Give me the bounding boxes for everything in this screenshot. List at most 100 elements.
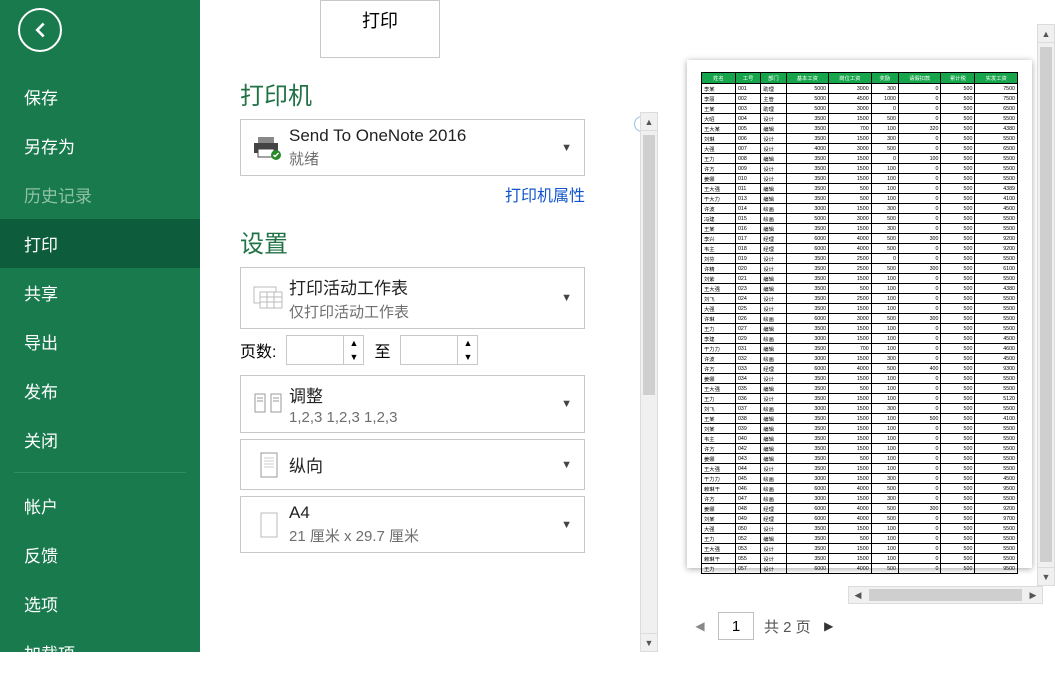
table-row: 赖琳干046绘画6000400050005009500 (702, 484, 1018, 494)
table-row: 李某001助理5000300030005007500 (702, 84, 1018, 94)
prev-page-button[interactable]: ◀ (692, 618, 708, 634)
spin-down-icon[interactable]: ▼ (344, 350, 363, 364)
preview-v-scrollbar[interactable]: ▲ ▼ (1037, 24, 1055, 586)
pages-from-spinbox[interactable]: ▲▼ (286, 335, 364, 365)
sidebar-item-print[interactable]: 打印 (0, 219, 200, 268)
preview-page: 姓名工号部门基本工资岗位工资奖励请假扣款累计税实发工资李某001助理500030… (687, 60, 1032, 568)
table-row: 干力力045绘画3000150030005004500 (702, 474, 1018, 484)
settings-scrollbar[interactable]: ▲ ▼ (640, 112, 658, 652)
sidebar-separator (14, 472, 186, 473)
sidebar-item-share[interactable]: 共享 (0, 268, 200, 317)
back-button[interactable] (18, 8, 62, 52)
sidebar-item-save-as[interactable]: 另存为 (0, 121, 200, 170)
table-row: 大昭004设计3500150050005005500 (702, 114, 1018, 124)
sidebar-item-account[interactable]: 帐户 (0, 481, 200, 530)
table-row: 王某003助理50003000005006500 (702, 104, 1018, 114)
sidebar-item-export[interactable]: 导出 (0, 317, 200, 366)
chevron-down-icon: ▼ (557, 292, 576, 304)
table-row: 刘琳006设计3500150030005005500 (702, 134, 1018, 144)
chevron-down-icon: ▾ (79, 649, 85, 663)
print-button[interactable]: 打印 (320, 0, 440, 58)
spin-up-icon[interactable]: ▲ (458, 336, 477, 350)
printer-dropdown[interactable]: Send To OneNote 2016 就绪 ▼ (240, 119, 585, 176)
scroll-left-icon[interactable]: ◀ (849, 587, 867, 603)
collate-dropdown[interactable]: 调整 1,2,3 1,2,3 1,2,3 ▼ (240, 375, 585, 433)
table-row: 王力008编辑3500150001005005500 (702, 154, 1018, 164)
table-row: 干力力031编辑350070010005004600 (702, 344, 1018, 354)
spin-down-icon[interactable]: ▼ (458, 350, 477, 364)
orientation-value: 纵向 (289, 446, 557, 483)
table-row: 王大强053设计3500150010005005500 (702, 544, 1018, 554)
paper-icon (249, 511, 289, 539)
paper-dropdown[interactable]: A4 21 厘米 x 29.7 厘米 ▼ (240, 496, 585, 553)
table-row: 王力052编辑350050010005005500 (702, 534, 1018, 544)
table-row: 许波032绘画3000150030005004500 (702, 354, 1018, 364)
table-row: 赖琳干055设计3500150010005005500 (702, 554, 1018, 564)
print-preview-column: 姓名工号部门基本工资岗位工资奖励请假扣款累计税实发工资李某001助理500030… (658, 0, 1055, 652)
pages-to-input[interactable] (401, 336, 457, 364)
table-row: 许波014绘画3000150030005004500 (702, 204, 1018, 214)
backstage-sidebar: 保存另存为历史记录打印共享导出发布关闭 帐户反馈选项加载项▾ (0, 0, 200, 652)
table-row: 刘飞037绘画3000150030005005500 (702, 404, 1018, 414)
table-row: 许琳026绘画600030005003005005500 (702, 314, 1018, 324)
print-settings-column: 打印 打印机 i Send To OneNote 2016 就绪 ▼ 打印机属性… (200, 0, 630, 652)
table-row: 刘某049经理6000400050005009700 (702, 514, 1018, 524)
scroll-down-icon[interactable]: ▼ (1038, 567, 1054, 585)
current-page-input[interactable] (718, 612, 754, 640)
sidebar-item-options[interactable]: 选项 (0, 579, 200, 628)
table-header: 奖励 (871, 73, 898, 84)
table-row: 王大强023编辑350050010005004380 (702, 284, 1018, 294)
table-row: 干大力013编辑350050010005004100 (702, 194, 1018, 204)
table-row: 刘某039编辑3500150010005005500 (702, 424, 1018, 434)
print-what-dropdown[interactable]: 打印活动工作表 仅打印活动工作表 ▼ (240, 267, 585, 329)
sidebar-item-publish[interactable]: 发布 (0, 366, 200, 415)
table-row: 李兴017经理600040005003005009200 (702, 234, 1018, 244)
table-row: 许方009设计3500150010005005500 (702, 164, 1018, 174)
table-header: 岗位工资 (829, 73, 872, 84)
collate-icon (249, 392, 289, 416)
collate-title: 调整 (289, 382, 557, 407)
print-what-sub: 仅打印活动工作表 (289, 301, 557, 322)
table-row: 王力057设计6000400050005009500 (702, 564, 1018, 574)
scroll-thumb[interactable] (643, 135, 655, 395)
orientation-dropdown[interactable]: 纵向 ▼ (240, 439, 585, 490)
back-arrow-icon (29, 19, 51, 41)
pages-label: 页数: (240, 338, 276, 362)
print-button-label: 打印 (362, 7, 398, 33)
table-row: 姜娜010设计3500150010005005500 (702, 174, 1018, 184)
table-row: 刘芬019设计35002500005005500 (702, 254, 1018, 264)
table-row: 王大强035编辑350050010005005500 (702, 384, 1018, 394)
sidebar-item-feedback[interactable]: 反馈 (0, 530, 200, 579)
preview-h-scrollbar[interactable]: ◀ ▶ (848, 586, 1043, 604)
table-header: 工号 (735, 73, 760, 84)
table-row: 李建029绘画3000150010005004500 (702, 334, 1018, 344)
paper-title: A4 (289, 503, 557, 523)
pages-to-spinbox[interactable]: ▲▼ (400, 335, 478, 365)
scroll-thumb[interactable] (869, 589, 1022, 601)
table-header: 累计税 (941, 73, 975, 84)
portrait-icon (249, 451, 289, 479)
scroll-right-icon[interactable]: ▶ (1024, 587, 1042, 603)
paper-sub: 21 厘米 x 29.7 厘米 (289, 525, 557, 546)
table-row: 许精020设计350025005003005006100 (702, 264, 1018, 274)
chevron-down-icon: ▼ (557, 398, 576, 410)
scroll-up-icon[interactable]: ▲ (641, 113, 657, 131)
printer-status: 就绪 (289, 148, 557, 169)
sidebar-item-history: 历史记录 (0, 170, 200, 219)
sidebar-item-close[interactable]: 关闭 (0, 415, 200, 464)
table-row: 姜娜043编辑350050010005005500 (702, 454, 1018, 464)
pages-from-input[interactable] (287, 336, 343, 364)
scroll-thumb[interactable] (1040, 47, 1052, 562)
table-row: 韦主040编辑3500150010005005500 (702, 434, 1018, 444)
spin-up-icon[interactable]: ▲ (344, 336, 363, 350)
table-row: 王某038编辑350015001005005004100 (702, 414, 1018, 424)
scroll-up-icon[interactable]: ▲ (1038, 25, 1054, 43)
sidebar-item-save[interactable]: 保存 (0, 72, 200, 121)
next-page-button[interactable]: ▶ (821, 618, 837, 634)
sidebar-item-addins[interactable]: 加载项▾ (0, 628, 200, 677)
chevron-down-icon: ▼ (557, 142, 576, 154)
table-header: 姓名 (702, 73, 736, 84)
scroll-down-icon[interactable]: ▼ (641, 633, 657, 651)
printer-properties-link[interactable]: 打印机属性 (505, 188, 585, 205)
preview-table: 姓名工号部门基本工资岗位工资奖励请假扣款累计税实发工资李某001助理500030… (701, 72, 1018, 574)
